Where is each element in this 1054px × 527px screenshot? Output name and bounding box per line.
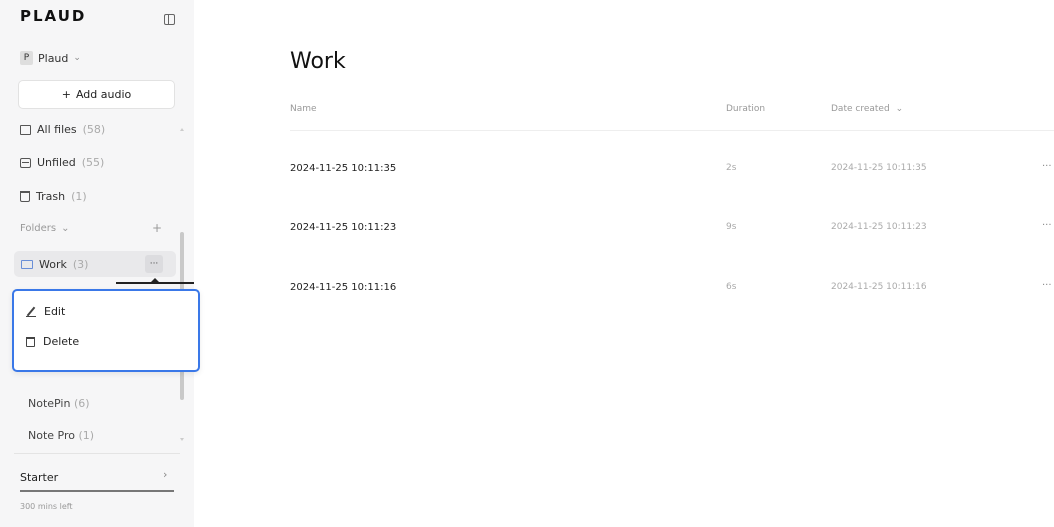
menu-label: Edit [44, 305, 66, 318]
folder-item-work[interactable]: Work (3) ··· [14, 251, 176, 277]
file-date: 2024-11-25 10:11:16 [831, 282, 927, 292]
add-audio-button[interactable]: + Add audio [18, 80, 175, 109]
table-row[interactable]: 2024-11-25 10:11:35 2s 2024-11-25 10:11:… [290, 161, 1054, 183]
menu-label: Delete [43, 335, 80, 348]
file-duration: 6s [726, 282, 737, 292]
plan-usage-bar [20, 490, 174, 492]
chevron-right-icon[interactable]: › [163, 468, 167, 481]
column-header-duration: Duration [726, 104, 766, 114]
trash-icon [20, 191, 30, 202]
folder-item-notepin[interactable]: NotePin (6) [28, 397, 90, 410]
file-duration: 2s [726, 163, 737, 173]
nav-label: All files [37, 123, 77, 136]
workspace-switcher[interactable]: P Plaud ⌄ [20, 51, 81, 65]
nav-count: (55) [81, 156, 105, 169]
file-name[interactable]: 2024-11-25 10:11:23 [290, 222, 396, 233]
folders-header[interactable]: Folders ⌄ [20, 223, 70, 234]
nav-label: Trash [36, 190, 66, 203]
table-row[interactable]: 2024-11-25 10:11:16 6s 2024-11-25 10:11:… [290, 280, 1054, 302]
file-date: 2024-11-25 10:11:23 [831, 222, 927, 232]
nav-item-unfiled[interactable]: Unfiled (55) [20, 156, 104, 169]
table-row[interactable]: 2024-11-25 10:11:23 9s 2024-11-25 10:11:… [290, 220, 1054, 242]
chevron-down-icon: ⌄ [895, 104, 904, 114]
column-label: Date created [831, 104, 890, 114]
row-more-button[interactable]: ··· [1042, 280, 1052, 291]
file-date: 2024-11-25 10:11:35 [831, 163, 927, 173]
workspace-name: Plaud [38, 51, 69, 65]
folder-count: (3) [72, 258, 89, 271]
folder-more-button[interactable]: ··· [145, 255, 163, 273]
folder-item-note-pro[interactable]: Note Pro (1) [28, 429, 94, 442]
scroll-up-arrow[interactable] [180, 128, 184, 131]
plan-name[interactable]: Starter [20, 471, 58, 484]
chevron-down-icon: ⌄ [73, 53, 81, 63]
sidebar-toggle-icon[interactable] [164, 14, 175, 25]
column-header-date-created[interactable]: Date created ⌄ [831, 104, 903, 114]
plus-icon: + [61, 88, 71, 101]
page-title: Work [290, 49, 346, 74]
nav-label: Unfiled [37, 156, 76, 169]
scroll-down-arrow[interactable] [180, 438, 184, 441]
pencil-icon [26, 307, 36, 317]
workspace-avatar: P [20, 51, 33, 65]
nav-count: (58) [82, 123, 106, 136]
menu-pointer-bar [116, 282, 194, 284]
folder-context-menu: Edit Delete [12, 289, 200, 372]
file-name[interactable]: 2024-11-25 10:11:16 [290, 282, 396, 293]
chevron-down-icon: ⌄ [61, 223, 70, 234]
logo: PLAUD [20, 7, 87, 25]
folder-count: (6) [73, 397, 90, 410]
file-duration: 9s [726, 222, 737, 232]
sidebar: PLAUD P Plaud ⌄ + Add audio All files (5… [0, 0, 194, 527]
column-header-name: Name [290, 104, 317, 114]
menu-item-edit[interactable]: Edit [26, 305, 65, 318]
header-divider [290, 130, 1054, 131]
row-more-button[interactable]: ··· [1042, 161, 1052, 172]
folder-count: (1) [78, 429, 95, 442]
tray-icon [20, 157, 31, 168]
folder-label: Note Pro [28, 429, 75, 442]
folder-label: NotePin [28, 397, 71, 410]
folder-label: Work [39, 258, 67, 271]
trash-icon [26, 336, 35, 347]
folders-label: Folders [20, 223, 57, 234]
menu-item-delete[interactable]: Delete [26, 335, 79, 348]
add-audio-label: Add audio [75, 88, 132, 101]
inbox-icon [20, 124, 31, 135]
divider [14, 453, 180, 454]
file-name[interactable]: 2024-11-25 10:11:35 [290, 163, 396, 174]
add-folder-button[interactable]: + [152, 221, 162, 235]
row-more-button[interactable]: ··· [1042, 220, 1052, 231]
folder-icon [21, 260, 33, 269]
nav-item-all-files[interactable]: All files (58) [20, 123, 105, 136]
plan-remaining: 300 mins left [20, 502, 73, 511]
nav-count: (1) [71, 190, 87, 203]
nav-item-trash[interactable]: Trash (1) [20, 190, 87, 203]
